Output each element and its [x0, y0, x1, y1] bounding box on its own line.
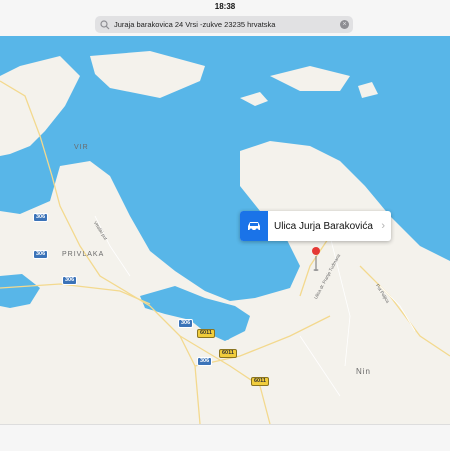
road-shield: 6011 [197, 329, 215, 338]
search-icon [100, 19, 110, 29]
callout-title: Ulica Jurja Barakovića [274, 220, 373, 232]
chevron-right-icon[interactable]: › [381, 220, 385, 232]
place-label-privlaka: PRIVLAKA [62, 251, 105, 258]
search-field[interactable]: Juraja barakovica 24 Vrsi -zukve 23235 h… [95, 16, 353, 33]
clock: 18:38 [214, 1, 236, 11]
car-icon [248, 222, 260, 232]
bottom-toolbar [0, 424, 450, 451]
clear-search-icon[interactable]: × [340, 20, 349, 29]
location-callout[interactable]: Ulica Jurja Barakovića › [240, 211, 391, 241]
search-bar-container: Juraja barakovica 24 Vrsi -zukve 23235 h… [0, 12, 450, 36]
search-query[interactable]: Juraja barakovica 24 Vrsi -zukve 23235 h… [114, 20, 340, 29]
road-shield: 306 [178, 319, 194, 328]
road-shield: 306 [62, 276, 78, 285]
road-shield: 306 [197, 357, 213, 366]
road-shield: 306 [33, 250, 49, 259]
place-label-nin: Nin [356, 367, 372, 376]
road-shield: 306 [33, 213, 49, 222]
road-shield: 6011 [251, 377, 269, 386]
place-label-vir: VIR [74, 144, 89, 151]
car-icon-button[interactable] [240, 211, 268, 241]
road-shield: 6011 [219, 349, 237, 358]
status-bar: 18:38 [0, 0, 450, 12]
